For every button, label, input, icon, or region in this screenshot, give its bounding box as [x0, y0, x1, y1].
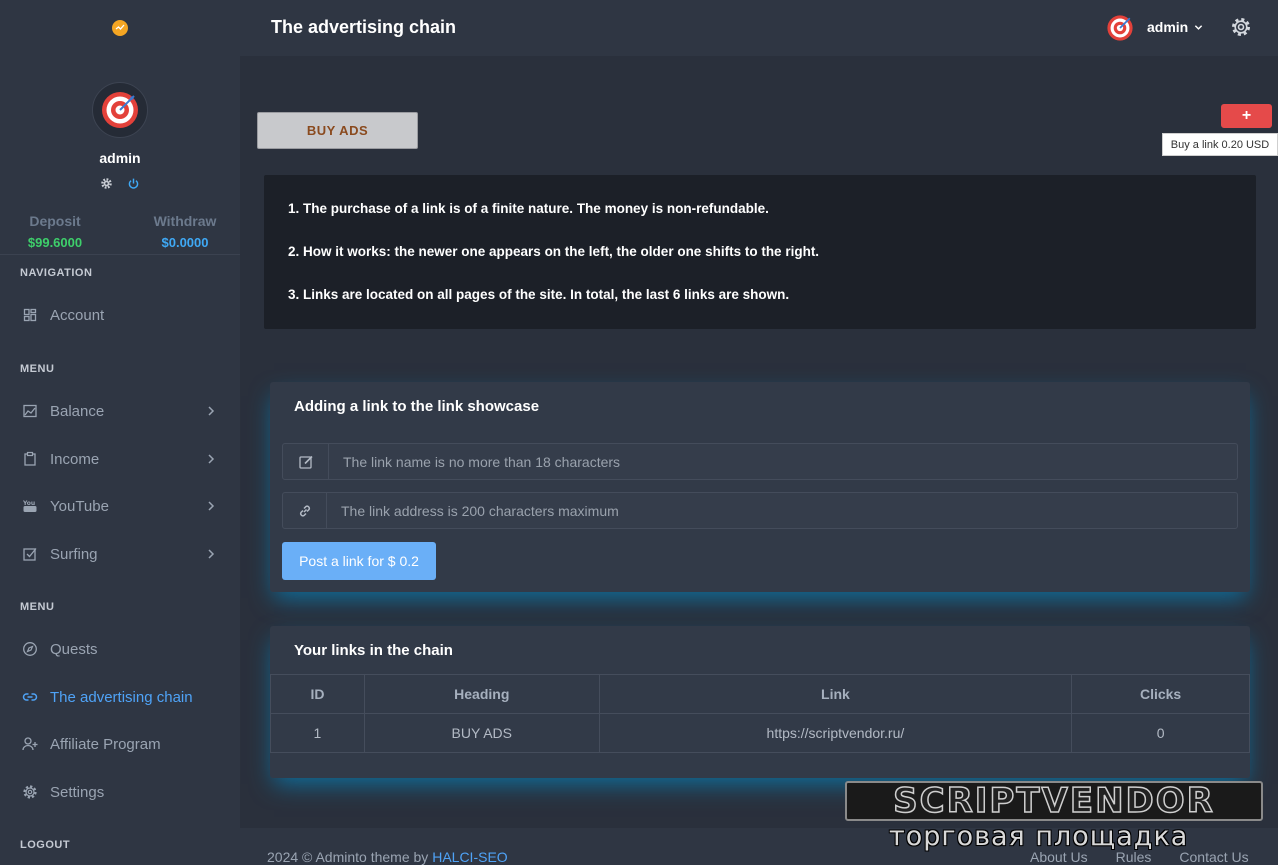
footer-copyright: 2024 © Adminto theme by HALCI-SEO — [267, 849, 508, 865]
sidebar-item-label: Account — [50, 306, 105, 324]
notice-line: 2. How it works: the newer one appears o… — [288, 244, 820, 259]
logout-link[interactable]: LOGOUT — [20, 839, 70, 851]
sidebar-item-youtube[interactable]: You YouTube — [0, 486, 240, 526]
svg-text:You: You — [22, 500, 35, 507]
user-actions — [100, 177, 140, 190]
youtube-icon: You — [22, 498, 38, 514]
gear-icon — [22, 784, 38, 800]
add-link-tooltip: Buy a link 0.20 USD — [1162, 133, 1278, 156]
links-table-title: Your links in the chain — [294, 642, 453, 659]
clipboard-icon — [22, 451, 38, 467]
notice-line: 3. Links are located on all pages of the… — [288, 287, 790, 302]
column-header[interactable]: ID — [270, 674, 365, 714]
sidebar-item-label: Quests — [50, 640, 98, 658]
sidebar-item-label: Balance — [50, 402, 105, 420]
add-link-card: Adding a link to the link showcase Post … — [270, 382, 1250, 592]
sidebar-item-label: YouTube — [50, 497, 109, 515]
chevron-down-icon — [1194, 19, 1203, 35]
post-link-button[interactable]: Post a link for $ 0.2 — [282, 542, 436, 580]
chevron-right-icon — [206, 549, 216, 559]
chevron-right-icon — [206, 454, 216, 464]
table-header-row: ID Heading Link Clicks — [270, 674, 1250, 714]
compass-icon — [22, 641, 38, 657]
add-link-button[interactable]: + — [1221, 104, 1272, 128]
link-name-group — [282, 443, 1238, 480]
sidebar-item-label: Income — [50, 450, 100, 468]
sidebar: admin Deposit $99.6000 Withdraw $0.0000 … — [0, 0, 240, 865]
page-title: The advertising chain — [271, 17, 457, 37]
author-link[interactable]: HALCI-SEO — [432, 849, 507, 865]
watermark: SCRIPTVENDOR торговая площадка — [845, 780, 1263, 855]
link-icon — [283, 493, 327, 528]
sidebar-item-affiliate-program[interactable]: Affiliate Program — [0, 724, 240, 764]
navigation-heading: NAVIGATION — [20, 267, 93, 279]
target-icon — [1107, 15, 1133, 41]
chart-icon — [22, 403, 38, 419]
user-menu[interactable]: admin — [1147, 19, 1203, 35]
cell-clicks: 0 — [1071, 713, 1250, 753]
sidebar-item-label: Surfing — [50, 545, 98, 563]
sidebar-item-surfing[interactable]: Surfing — [0, 534, 240, 574]
column-header[interactable]: Clicks — [1071, 674, 1250, 714]
deposit-label: Deposit — [29, 213, 81, 229]
cell-heading: BUY ADS — [363, 713, 600, 753]
notice-line: 1. The purchase of a link is of a finite… — [288, 201, 769, 216]
sidebar-item-account[interactable]: Account — [0, 295, 240, 335]
cell-id: 1 — [270, 713, 365, 753]
rules-notice: 1. The purchase of a link is of a finite… — [264, 175, 1256, 329]
copyright-text: 2024 © Adminto theme by — [267, 849, 433, 865]
sidebar-item-settings[interactable]: Settings — [0, 772, 240, 812]
avatar[interactable] — [1106, 14, 1134, 42]
links-table-card: Your links in the chain ID Heading Link … — [270, 626, 1250, 778]
withdraw-label: Withdraw — [153, 213, 217, 229]
column-header[interactable]: Heading — [363, 674, 600, 714]
user-menu-name: admin — [1147, 19, 1189, 35]
target-icon — [102, 92, 138, 128]
sidebar-item-label: The advertising chain — [50, 688, 193, 706]
chevron-right-icon — [206, 501, 216, 511]
brand-logo-icon[interactable] — [112, 20, 128, 36]
gear-icon[interactable] — [100, 177, 113, 190]
links-table: ID Heading Link Clicks 1 BUY ADS https:/… — [270, 674, 1250, 753]
link-address-input[interactable] — [327, 493, 1237, 528]
table-row: 1 BUY ADS https://scriptvendor.ru/ 0 — [270, 713, 1250, 753]
sidebar-item-label: Settings — [50, 783, 105, 801]
withdraw-block: Withdraw $0.0000 — [130, 213, 240, 250]
cell-link[interactable]: https://scriptvendor.ru/ — [598, 713, 1073, 753]
dashboard-icon — [22, 307, 38, 323]
menu-heading: MENU — [20, 363, 55, 375]
avatar[interactable] — [92, 82, 148, 138]
add-link-title: Adding a link to the link showcase — [294, 398, 540, 415]
topbar: The advertising chain admin — [240, 0, 1278, 56]
settings-gear-icon[interactable] — [1230, 16, 1252, 38]
user-plus-icon — [22, 736, 38, 752]
sidebar-item-balance[interactable]: Balance — [0, 391, 240, 431]
sidebar-item-quests[interactable]: Quests — [0, 629, 240, 669]
sidebar-user-name: admin — [99, 150, 141, 166]
watermark-logo: SCRIPTVENDOR — [845, 780, 1263, 822]
link-name-input[interactable] — [329, 444, 1237, 479]
sidebar-item-label: Affiliate Program — [50, 735, 161, 753]
deposit-block: Deposit $99.6000 — [0, 213, 110, 250]
edit-icon — [283, 444, 329, 479]
watermark-tagline: торговая площадка — [889, 821, 1189, 852]
column-header[interactable]: Link — [598, 674, 1073, 714]
sidebar-item-income[interactable]: Income — [0, 439, 240, 479]
link-icon — [22, 689, 38, 705]
link-address-group — [282, 492, 1238, 529]
sidebar-item-advertising-chain[interactable]: The advertising chain — [0, 677, 240, 717]
sidebar-divider — [0, 254, 240, 255]
chevron-right-icon — [206, 406, 216, 416]
buy-ads-button[interactable]: BUY ADS — [257, 112, 418, 149]
withdraw-value: $0.0000 — [161, 235, 209, 250]
power-icon[interactable] — [127, 177, 140, 190]
deposit-value: $99.6000 — [27, 235, 83, 250]
menu-heading: MENU — [20, 601, 55, 613]
checkbox-icon — [22, 546, 38, 562]
